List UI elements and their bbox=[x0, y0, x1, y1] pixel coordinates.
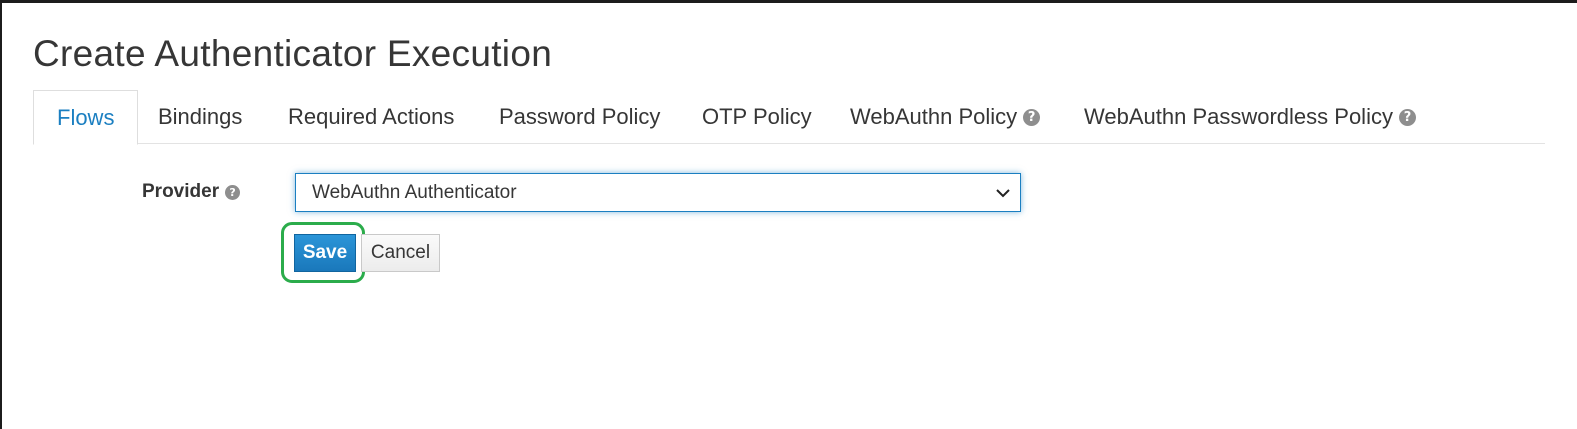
tab-webauthn-policy[interactable]: WebAuthn Policy ? bbox=[850, 90, 1041, 144]
chevron-down-icon bbox=[996, 189, 1010, 198]
tab-label: Required Actions bbox=[288, 104, 455, 129]
tab-label: WebAuthn Policy bbox=[850, 104, 1018, 129]
tab-required-actions[interactable]: Required Actions bbox=[288, 90, 454, 144]
tab-password-policy[interactable]: Password Policy bbox=[499, 90, 660, 144]
tab-otp-policy[interactable]: OTP Policy bbox=[702, 90, 812, 144]
tab-label: WebAuthn Passwordless Policy bbox=[1084, 104, 1393, 129]
provider-select[interactable]: WebAuthn Authenticator bbox=[295, 173, 1021, 212]
question-circle-icon[interactable]: ? bbox=[225, 184, 241, 200]
save-button[interactable]: Save bbox=[294, 234, 356, 272]
question-circle-icon[interactable]: ? bbox=[1398, 108, 1416, 126]
tab-label: Password Policy bbox=[499, 104, 661, 129]
tab-flows[interactable]: Flows bbox=[33, 90, 139, 145]
tab-label: OTP Policy bbox=[702, 104, 812, 129]
window-frame: Create Authenticator Execution Flows Bin… bbox=[0, 0, 1577, 429]
provider-select-value: WebAuthn Authenticator bbox=[312, 181, 517, 203]
page-title: Create Authenticator Execution bbox=[33, 33, 553, 74]
tab-bindings[interactable]: Bindings bbox=[158, 90, 242, 144]
provider-label: Provider ? bbox=[142, 181, 241, 203]
cancel-button[interactable]: Cancel bbox=[361, 234, 440, 272]
tab-label: Bindings bbox=[158, 104, 243, 129]
tab-label: Flows bbox=[57, 104, 115, 130]
provider-label-text: Provider bbox=[142, 181, 220, 202]
tab-webauthn-passwordless-policy[interactable]: WebAuthn Passwordless Policy ? bbox=[1084, 90, 1416, 144]
tab-bar: Flows Bindings Required Actions Password… bbox=[33, 90, 1545, 145]
question-circle-icon[interactable]: ? bbox=[1023, 108, 1041, 126]
